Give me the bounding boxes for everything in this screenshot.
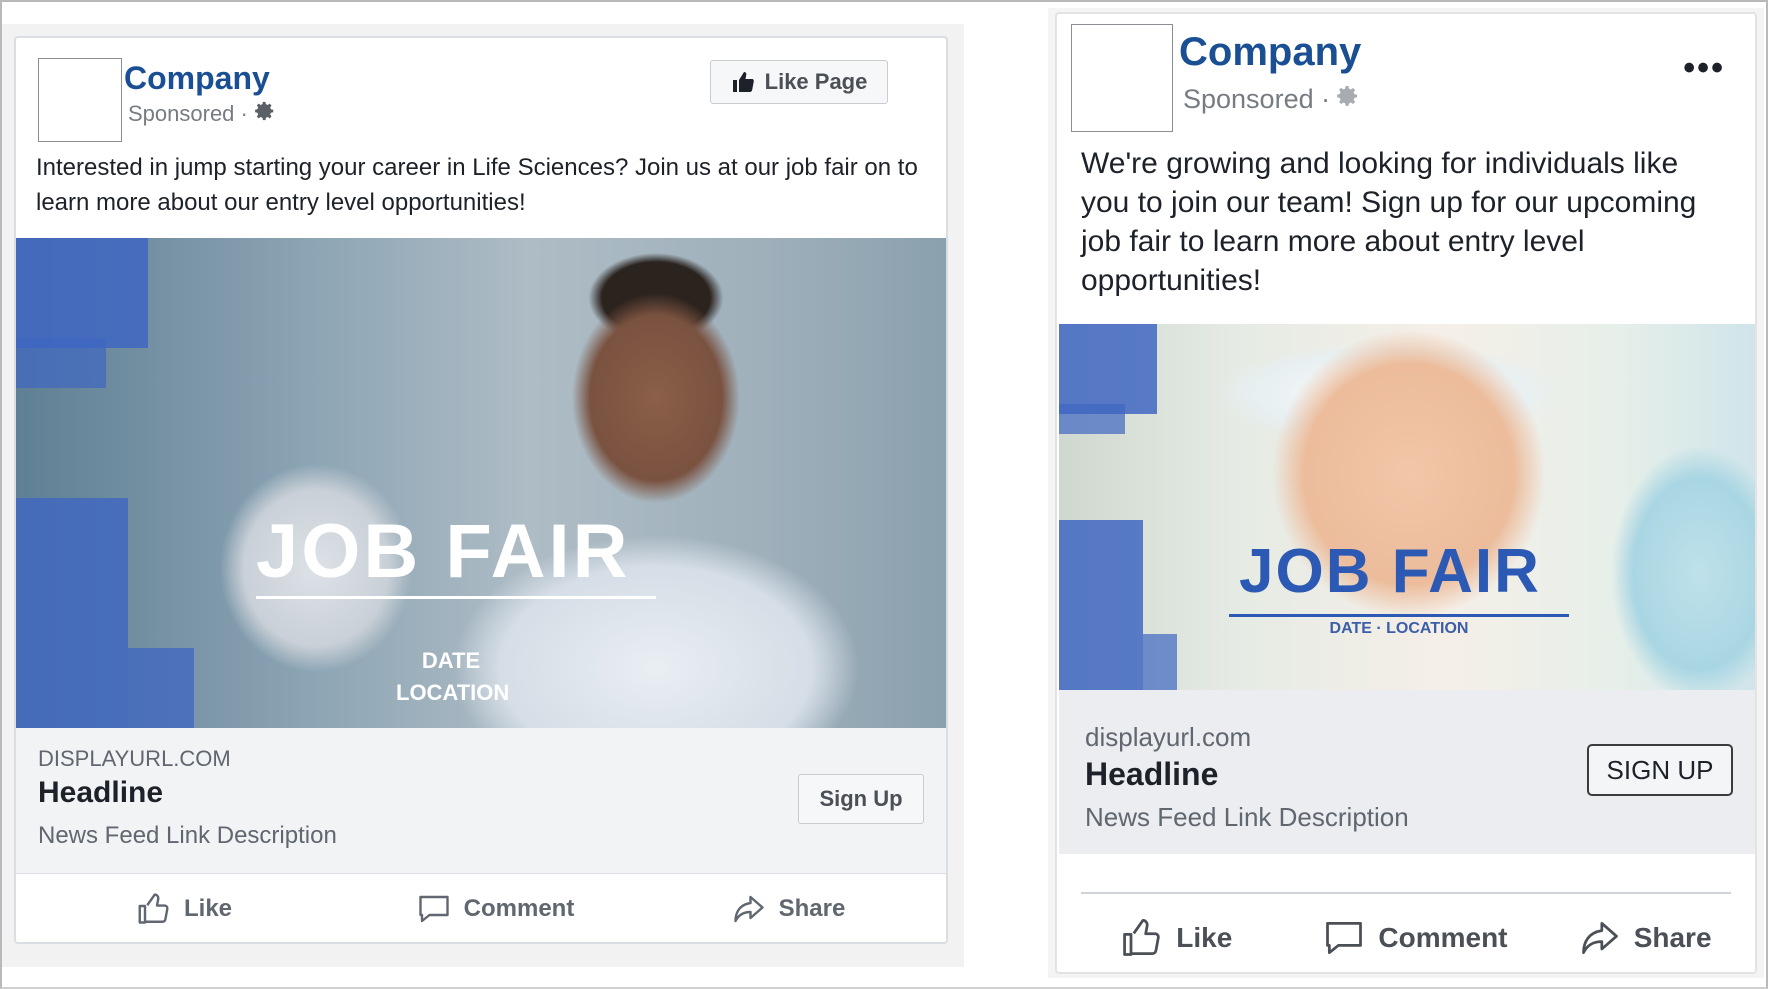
sign-up-button[interactable]: SIGN UP [1587, 744, 1733, 796]
decor-square [1143, 634, 1177, 690]
sponsored-label: Sponsored · [1183, 84, 1360, 115]
gear-icon[interactable] [254, 100, 276, 128]
comment-label: Comment [1378, 922, 1508, 953]
decor-square [128, 648, 194, 728]
like-action[interactable]: Like [16, 874, 352, 942]
like-page-button[interactable]: Like Page [710, 60, 888, 104]
sign-up-button[interactable]: Sign Up [798, 774, 924, 824]
decor-square [16, 238, 148, 348]
like-page-thumb-icon [732, 72, 754, 93]
image-location: LOCATION [396, 680, 510, 705]
decor-square [16, 498, 128, 728]
comment-action[interactable]: Comment [1296, 900, 1535, 972]
share-action[interactable]: Share [1534, 900, 1755, 972]
action-bar: Like Comment Share [1057, 900, 1755, 972]
ad-card-mobile: Company Sponsored · ••• We're growing an… [1055, 12, 1757, 974]
sponsored-text: Sponsored · [1183, 84, 1331, 114]
image-date-location: DATE · LOCATION [1329, 620, 1469, 637]
decor-square [1059, 324, 1157, 414]
company-name[interactable]: Company [1179, 30, 1361, 75]
like-page-label: Like Page [764, 69, 868, 94]
display-url: displayurl.com [1085, 722, 1252, 752]
comment-label: Comment [463, 895, 575, 922]
image-divider [1229, 614, 1569, 617]
link-headline: Headline [38, 776, 164, 809]
post-text: Interested in jump starting your career … [36, 154, 918, 216]
share-label: Share [778, 895, 846, 922]
decor-square [16, 338, 106, 388]
share-label: Share [1633, 922, 1712, 953]
thumbs-up-icon [1123, 919, 1160, 956]
like-action[interactable]: Like [1057, 900, 1296, 972]
link-description: News Feed Link Description [38, 822, 337, 849]
share-icon [733, 895, 764, 923]
company-name[interactable]: Company [124, 60, 270, 97]
image-divider [256, 596, 656, 599]
share-action[interactable]: Share [638, 874, 938, 942]
link-headline: Headline [1085, 756, 1219, 792]
like-label: Like [183, 895, 233, 922]
share-icon [1581, 921, 1618, 955]
link-preview[interactable]: DISPLAYURL.COM Headline News Feed Link D… [16, 728, 946, 874]
image-title: JOB FAIR [1239, 537, 1541, 606]
gear-icon[interactable] [1336, 84, 1360, 115]
image-title: JOB FAIR [256, 509, 631, 594]
link-description: News Feed Link Description [1085, 802, 1409, 832]
decor-square [1059, 520, 1143, 690]
ad-image[interactable]: JOB FAIR DATE LOCATION [16, 238, 946, 728]
display-url: DISPLAYURL.COM [38, 746, 231, 771]
action-divider [1081, 892, 1731, 894]
sponsored-text: Sponsored · [128, 101, 248, 126]
comment-icon [1326, 921, 1363, 955]
sponsored-label: Sponsored · [128, 100, 276, 128]
ad-card-desktop: Company Sponsored · Like Page Interested… [14, 36, 948, 944]
like-label: Like [1176, 922, 1233, 953]
link-preview[interactable]: displayurl.com Headline News Feed Link D… [1059, 690, 1755, 854]
comment-action[interactable]: Comment [352, 874, 638, 942]
post-text: We're growing and looking for individual… [1081, 147, 1697, 297]
company-avatar[interactable] [1071, 24, 1173, 132]
decor-square [1059, 404, 1125, 434]
ad-image[interactable]: JOB FAIR DATE · LOCATION [1059, 324, 1755, 690]
company-avatar[interactable] [38, 58, 122, 142]
comment-icon [418, 895, 449, 923]
more-options-icon[interactable]: ••• [1683, 51, 1725, 85]
image-date: DATE [421, 648, 481, 673]
action-bar: Like Comment Share [16, 874, 946, 942]
thumbs-up-icon [138, 893, 169, 924]
